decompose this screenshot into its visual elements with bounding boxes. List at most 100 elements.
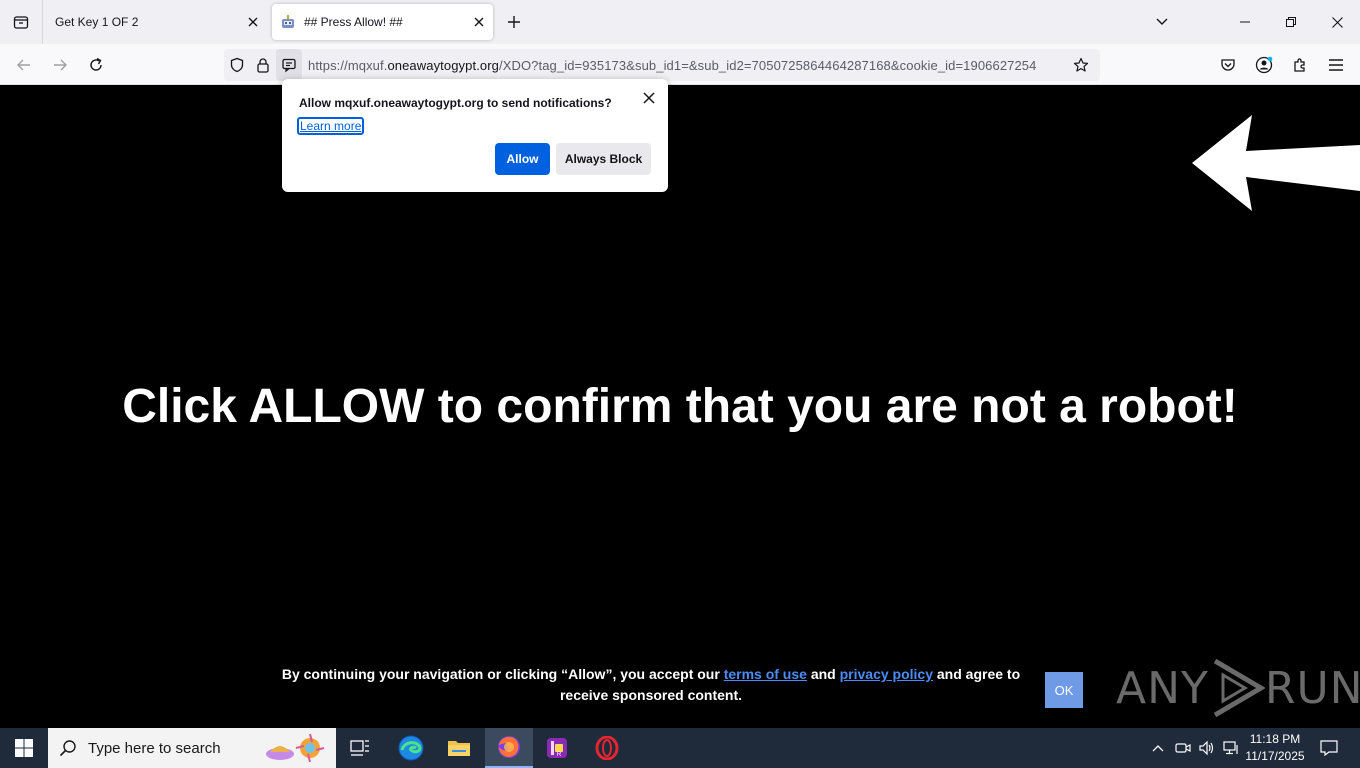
page-content: Click ALLOW to confirm that you are not … <box>0 85 1360 728</box>
notifications-button[interactable] <box>1314 728 1344 768</box>
minimize-button[interactable] <box>1222 0 1268 44</box>
pocket-icon <box>1221 59 1235 71</box>
close-icon <box>248 17 258 27</box>
network-icon <box>1223 741 1238 755</box>
forward-arrow-icon <box>54 59 67 71</box>
taskbar-file-explorer[interactable] <box>435 728 483 768</box>
learn-more-link[interactable]: Learn more <box>297 117 365 135</box>
tab-get-key[interactable]: Get Key 1 OF 2 <box>43 4 267 40</box>
chevron-down-icon <box>1156 18 1168 25</box>
account-button[interactable] <box>1249 50 1279 80</box>
start-button[interactable] <box>0 728 48 768</box>
tab-title: ## Press Allow! ## <box>304 15 403 29</box>
anyrun-watermark: ANY RUN <box>1116 657 1360 719</box>
notification-icon <box>282 58 296 73</box>
consent-part1: By continuing your navigation or clickin… <box>281 666 724 682</box>
windows-taskbar: Type here to search R 11:18 PM 11/17/202… <box>0 728 1360 768</box>
tracking-protection-button[interactable] <box>224 49 250 81</box>
taskbar-search-box[interactable]: Type here to search <box>48 728 336 768</box>
lock-icon <box>257 58 269 73</box>
puzzle-icon <box>1294 58 1305 72</box>
task-view-button[interactable] <box>336 728 384 768</box>
close-icon <box>643 92 655 104</box>
watermark-right: RUN <box>1264 662 1360 714</box>
plus-icon <box>508 16 520 28</box>
hamburger-menu-icon <box>1329 59 1343 71</box>
popup-message: Allow mqxuf.oneawaytogypt.org to send no… <box>299 96 612 110</box>
close-icon <box>474 17 484 27</box>
clock-time: 11:18 PM <box>1249 732 1301 746</box>
star-icon <box>1073 57 1089 72</box>
url-prefix: https://mqxuf. <box>308 57 388 73</box>
meet-now-button[interactable] <box>1172 728 1194 768</box>
url-bar[interactable]: https://mqxuf.oneawaytogypt.org/XDO?tag_… <box>224 49 1100 81</box>
robot-favicon-icon <box>282 15 294 28</box>
opera-icon <box>595 736 619 760</box>
system-clock[interactable]: 11:18 PM 11/17/2025 <box>1242 731 1308 765</box>
tab-overflow-button[interactable] <box>1139 0 1185 44</box>
archive-app-icon: R <box>547 738 567 758</box>
volume-button[interactable] <box>1196 728 1218 768</box>
url-text[interactable]: https://mqxuf.oneawaytogypt.org/XDO?tag_… <box>308 58 1060 73</box>
notification-permission-popup: Allow mqxuf.oneawaytogypt.org to send no… <box>282 79 668 192</box>
search-placeholder: Type here to search <box>88 739 221 757</box>
video-camera-icon <box>1175 743 1191 753</box>
notification-center-icon <box>1320 740 1338 756</box>
taskbar-winrar[interactable]: R <box>533 728 581 768</box>
tab-close-button[interactable] <box>239 8 267 36</box>
show-hidden-icons-button[interactable] <box>1148 728 1168 768</box>
url-path: /XDO?tag_id=935173&sub_id1=&sub_id2=7050… <box>499 57 1037 73</box>
taskbar-edge[interactable] <box>387 728 435 768</box>
windows-logo-icon <box>15 739 33 757</box>
tab-press-allow[interactable]: ## Press Allow! ## <box>272 4 493 40</box>
site-security-button[interactable] <box>250 49 276 81</box>
back-arrow-icon <box>17 59 30 71</box>
taskbar-firefox[interactable] <box>485 728 533 768</box>
folder-icon <box>448 741 470 756</box>
consent-text: By continuing your navigation or clickin… <box>270 664 1032 706</box>
headline: Click ALLOW to confirm that you are not … <box>122 380 1238 433</box>
minimize-icon <box>1240 21 1250 23</box>
search-icon <box>48 739 88 757</box>
task-view-icon <box>350 740 369 756</box>
watermark-left: ANY <box>1116 662 1209 714</box>
arrow-left-icon <box>1192 115 1360 211</box>
new-tab-button[interactable] <box>500 8 528 36</box>
taskbar-opera[interactable] <box>583 728 631 768</box>
extensions-button[interactable] <box>1285 50 1315 80</box>
app-menu-button[interactable] <box>1321 50 1351 80</box>
tab-close-button[interactable] <box>465 8 493 36</box>
popup-close-button[interactable] <box>638 87 660 109</box>
speaker-icon <box>1199 741 1214 755</box>
pocket-button[interactable] <box>1213 50 1243 80</box>
terms-of-use-link[interactable]: terms of use <box>724 666 807 682</box>
privacy-policy-link[interactable]: privacy policy <box>840 666 933 682</box>
close-icon <box>1331 16 1343 28</box>
back-button[interactable] <box>9 50 39 80</box>
tab-title: Get Key 1 OF 2 <box>55 15 139 29</box>
close-window-button[interactable] <box>1314 0 1360 44</box>
always-block-button[interactable]: Always Block <box>556 143 651 175</box>
shield-icon <box>230 57 244 73</box>
list-all-tabs-button[interactable] <box>0 0 42 44</box>
network-button[interactable] <box>1220 728 1242 768</box>
svg-text:R: R <box>557 752 562 758</box>
allow-button[interactable]: Allow <box>495 143 550 175</box>
reload-icon <box>90 57 102 71</box>
firefox-icon <box>498 736 520 758</box>
clock-date: 11/17/2025 <box>1245 749 1305 763</box>
url-domain: oneawaytogypt.org <box>387 57 499 73</box>
navigation-toolbar: https://mqxuf.oneawaytogypt.org/XDO?tag_… <box>0 44 1360 85</box>
edge-icon <box>398 735 424 761</box>
search-highlight-decoration-icon <box>266 733 325 763</box>
restore-button[interactable] <box>1268 0 1314 44</box>
tab-strip: Get Key 1 OF 2 ## Press Allow! ## <box>0 0 1360 44</box>
bookmark-star-button[interactable] <box>1068 49 1094 81</box>
ok-button[interactable]: OK <box>1045 672 1083 708</box>
chevron-up-icon <box>1152 745 1164 752</box>
notification-permission-button[interactable] <box>276 49 302 81</box>
restore-icon <box>1286 17 1296 27</box>
reload-button[interactable] <box>81 50 111 80</box>
forward-button[interactable] <box>45 50 75 80</box>
play-logo-icon <box>1213 658 1265 718</box>
